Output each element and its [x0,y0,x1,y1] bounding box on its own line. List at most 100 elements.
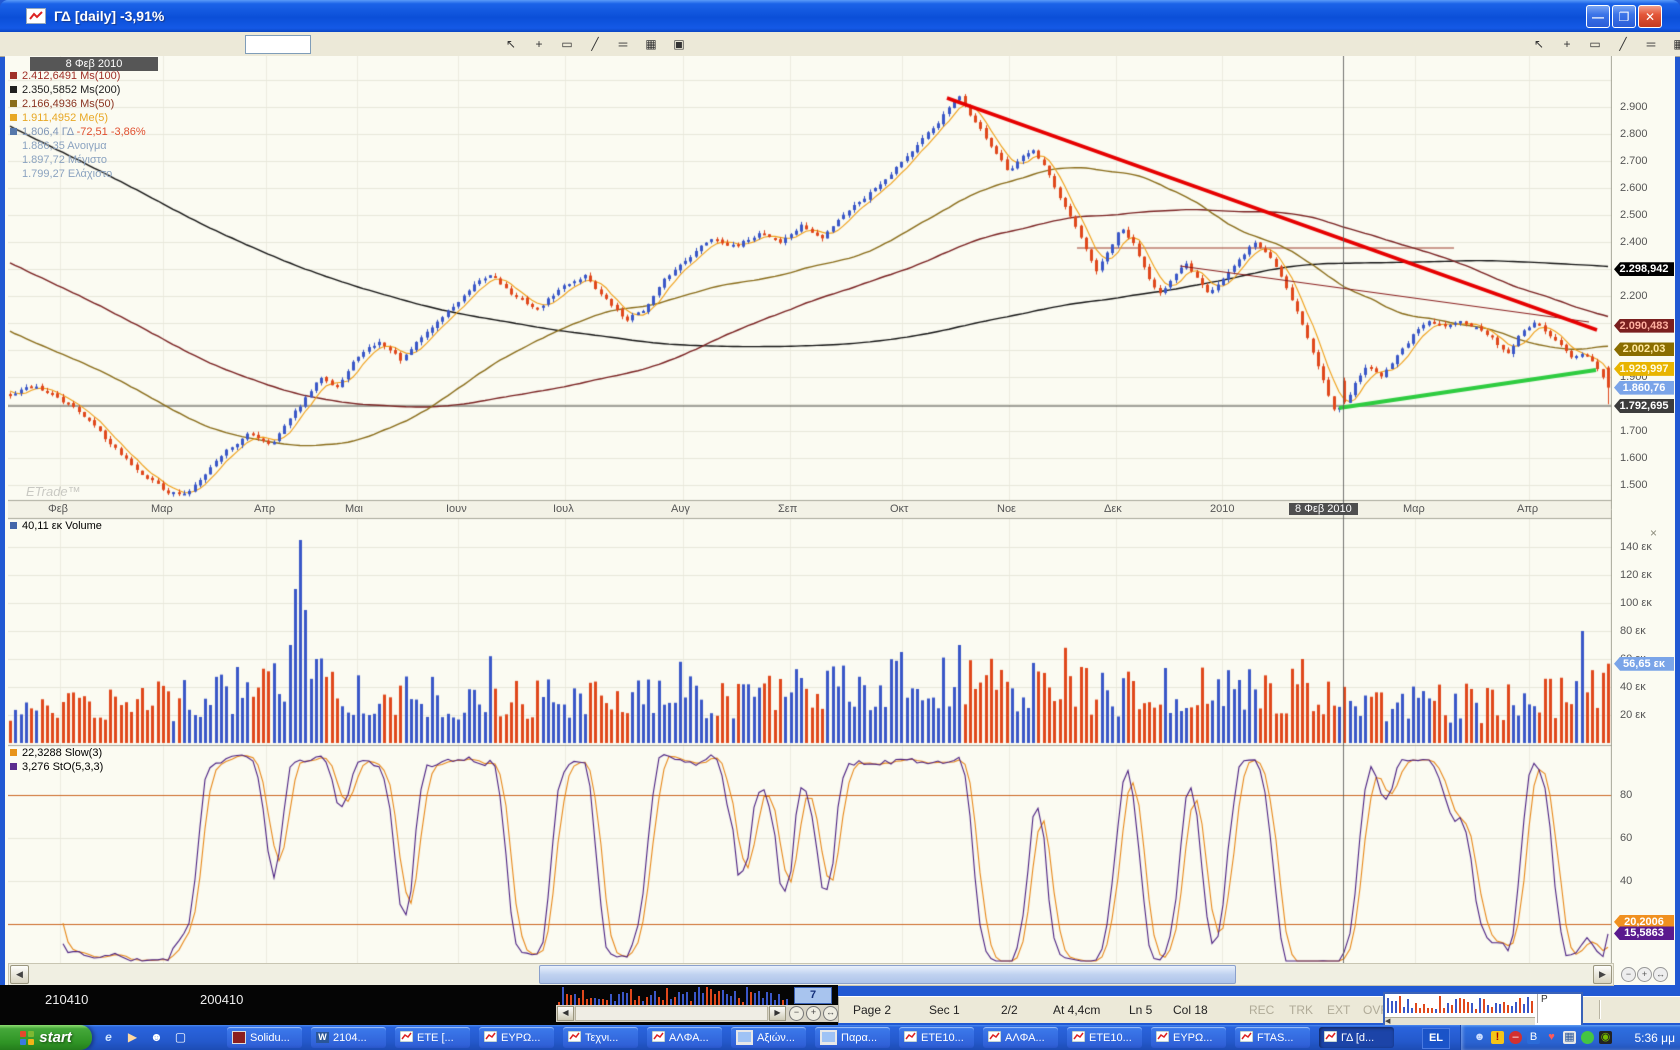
taskbar-button[interactable]: Παρα... [815,1027,890,1048]
zoom-out-icon[interactable]: − [1621,967,1636,982]
taskbar-button[interactable]: ΕΤΕ10... [899,1027,974,1048]
taskbar-button[interactable]: ΓΔ [d... [1319,1027,1394,1048]
mini-scroll-left-icon[interactable]: ◀ [557,1006,574,1021]
price-tick-label: 1.500 [1620,479,1648,491]
equals-icon[interactable]: ＝ [612,34,634,54]
mini-bar [594,998,596,1005]
mini-bar [1443,1008,1445,1013]
status-toggle-trk[interactable]: TRK [1289,1003,1313,1017]
mini-chart-window[interactable]: P ◀ [1383,992,1583,1029]
mini-bar [682,994,684,1005]
equals-icon[interactable]: ＝ [1640,34,1662,54]
user-icon[interactable]: ☻ [1473,1031,1486,1044]
save-icon[interactable]: ▣ [668,34,690,54]
price-tag: 2.002,03 [1614,342,1674,356]
taskbar-button[interactable]: ETE [... [395,1027,470,1048]
volume-tick-label: 100 εκ [1620,597,1652,609]
pointer-icon[interactable]: ↖ [1528,34,1550,54]
bottom-panel: 210410 200410 7 ◀ ▶ − + ↔ [0,985,838,1025]
bluetooth-icon[interactable]: B [1527,1031,1540,1044]
taskbar-button[interactable]: ΑΛΦΑ... [647,1027,722,1048]
mini-bar [666,988,668,1005]
chart-h-scrollbar[interactable]: ◀ ▶ [8,963,1614,986]
mini-bar [1435,1009,1437,1013]
legend-line: 1.897,72 Μέγιστο [10,154,107,166]
taskbar-button[interactable]: ΕΥΡΩ... [479,1027,554,1048]
legend-line: 2.166,4936 Ms(50) [10,98,114,110]
calendar-app-icon[interactable]: ▦ [1563,1031,1576,1044]
crosshair-plus-icon[interactable]: + [528,34,550,54]
scroll-right-icon[interactable]: ▶ [1593,965,1612,984]
pointer-icon[interactable]: ↖ [500,34,522,54]
language-indicator[interactable]: EL [1422,1028,1450,1049]
shield-alert-icon[interactable]: ! [1491,1031,1504,1044]
price-tick-label: 2.900 [1620,101,1648,113]
status-toggle-ext[interactable]: EXT [1327,1003,1350,1017]
taskbar-button[interactable]: W2104... [311,1027,386,1048]
mini-bar [566,994,568,1005]
zoom-fit-icon[interactable]: ↔ [1653,967,1668,982]
symbol-input[interactable] [245,35,311,54]
show-desktop-icon[interactable]: ▢ [172,1028,189,1045]
status-toggle-rec[interactable]: REC [1249,1003,1274,1017]
time-axis-label: Ιουλ [553,503,574,515]
health-icon[interactable]: ♥ [1545,1031,1558,1044]
mini-scroll-right-icon[interactable]: ▶ [769,1006,786,1021]
mini-bar [1411,1008,1413,1013]
no-entry-icon[interactable]: – [1509,1031,1522,1044]
price-tick-label: 2.600 [1620,182,1648,194]
crosshair-plus-icon[interactable]: + [1556,34,1578,54]
quick-launch: e ▶ ☻ ▢ [100,1028,189,1045]
mini-bar [726,994,728,1005]
mini-badge[interactable]: 7 [794,987,832,1004]
taskbar-button[interactable]: Αξιών... [731,1027,806,1048]
time-axis-label: 2010 [1210,503,1234,515]
price-tick-label: 2.800 [1620,128,1648,140]
chart-icon [1072,1031,1085,1045]
mini-bar [1419,1008,1421,1013]
start-button[interactable]: start [0,1025,92,1050]
mini-zoom-fit-icon[interactable]: ↔ [823,1006,838,1021]
taskbar-button[interactable]: ΕΤΕ10... [1067,1027,1142,1048]
mini-zoom-in-icon[interactable]: + [806,1006,821,1021]
status-item: Ln 5 [1129,1003,1152,1017]
image-icon[interactable]: ▦ [640,34,662,54]
mini-zoom-out-icon[interactable]: − [789,1006,804,1021]
taskbar-button[interactable]: FTAS... [1235,1027,1310,1048]
status-item: Page 2 [853,1003,891,1017]
rectangle-icon[interactable]: ▭ [556,34,578,54]
price-tag: 1.792,695 [1614,399,1674,413]
taskbar-button[interactable]: ΕΥΡΩ... [1151,1027,1226,1048]
mini-scroll-track[interactable] [575,1006,768,1021]
chart-canvas[interactable] [8,56,1612,963]
taskbar-button[interactable]: ΑΛΦΑ... [983,1027,1058,1048]
mini-bar [746,987,748,1005]
close-button[interactable]: ✕ [1638,5,1662,28]
rectangle-icon[interactable]: ▭ [1584,34,1606,54]
mini-bar [1515,1002,1517,1013]
mini-bar [1479,998,1481,1013]
player-icon[interactable]: ▶ [124,1028,141,1045]
messenger-status-icon[interactable] [1581,1031,1594,1044]
image-icon[interactable]: ▦ [1668,34,1680,54]
zoom-in-icon[interactable]: + [1637,967,1652,982]
ie-icon[interactable]: e [100,1028,117,1045]
taskbar-button[interactable]: Τεχνι... [563,1027,638,1048]
messenger-icon[interactable]: ☻ [148,1028,165,1045]
restore-button[interactable]: ❐ [1612,5,1636,28]
nvidia-icon[interactable]: ◉ [1599,1031,1612,1044]
scrollbar-thumb[interactable] [539,965,1236,984]
taskbar-button[interactable]: Solidu... [227,1027,302,1048]
windows-flag-icon [20,1031,34,1045]
mini-bar [758,991,760,1005]
mini-bar [702,993,704,1005]
volume-pane-close-icon[interactable]: × [1650,526,1657,540]
scroll-left-icon[interactable]: ◀ [10,965,29,984]
mini-bar [578,998,580,1005]
trendline-icon[interactable]: ╱ [1612,34,1634,54]
minimize-button[interactable]: — [1586,5,1610,28]
chart-icon [1324,1031,1337,1045]
mini-volume-preview[interactable] [558,986,790,1005]
trendline-icon[interactable]: ╱ [584,34,606,54]
price-tick-label: 2.400 [1620,236,1648,248]
